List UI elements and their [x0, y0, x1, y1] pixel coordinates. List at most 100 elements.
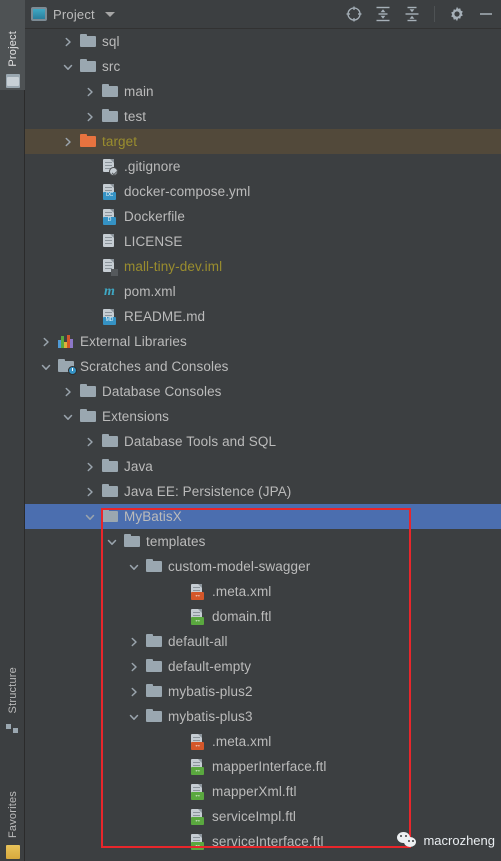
text-file-icon — [102, 233, 119, 250]
folder-icon — [146, 708, 163, 725]
tree-row-label: Database Tools and SQL — [124, 434, 277, 449]
tree-row[interactable]: D Dockerfile — [25, 204, 501, 229]
external-libraries-icon — [58, 334, 75, 350]
folder-icon — [80, 58, 97, 75]
tree-row-label: default-empty — [168, 659, 252, 674]
chevron-down-icon[interactable] — [83, 510, 97, 524]
chevron-down-icon[interactable] — [61, 410, 75, 424]
chevron-right-icon[interactable] — [61, 385, 75, 399]
chevron-right-icon[interactable] — [61, 135, 75, 149]
project-tree[interactable]: sql src main test target .gitignore DC docker-c… — [25, 29, 501, 861]
tree-row[interactable]: target — [25, 129, 501, 154]
folder-icon — [80, 383, 97, 400]
tree-row[interactable]: .gitignore — [25, 154, 501, 179]
tree-row[interactable]: mybatis-plus2 — [25, 679, 501, 704]
tree-row[interactable]: LICENSE — [25, 229, 501, 254]
tree-row-label: test — [124, 109, 147, 124]
tree-row[interactable]: Java EE: Persistence (JPA) — [25, 479, 501, 504]
collapse-all-icon[interactable] — [403, 5, 421, 23]
tree-row-label: docker-compose.yml — [124, 184, 251, 199]
tree-row[interactable]: templates — [25, 529, 501, 554]
tree-row[interactable]: ↔ .meta.xml — [25, 579, 501, 604]
sidebar-tab-structure-label: Structure — [6, 666, 19, 713]
tree-row[interactable]: Java — [25, 454, 501, 479]
chevron-right-icon[interactable] — [127, 660, 141, 674]
chevron-right-icon[interactable] — [83, 435, 97, 449]
tree-row[interactable]: main — [25, 79, 501, 104]
tree-row[interactable]: src — [25, 54, 501, 79]
tree-row-label: .gitignore — [124, 159, 181, 174]
tree-row-label: domain.ftl — [212, 609, 272, 624]
tree-row[interactable]: MyBatisX — [25, 504, 501, 529]
tree-row[interactable]: Database Tools and SQL — [25, 429, 501, 454]
tree-row[interactable]: Database Consoles — [25, 379, 501, 404]
markdown-file-icon: MD — [102, 308, 119, 325]
tree-row-label: .meta.xml — [212, 734, 272, 749]
watermark-label: macrozheng — [423, 832, 495, 848]
tree-row[interactable]: default-empty — [25, 654, 501, 679]
chevron-right-icon[interactable] — [127, 635, 141, 649]
chevron-right-icon[interactable] — [83, 460, 97, 474]
chevron-down-icon[interactable] — [61, 60, 75, 74]
sidebar-tab-project[interactable]: Project — [0, 0, 25, 90]
folder-icon — [102, 108, 119, 125]
chevron-down-icon[interactable] — [39, 360, 53, 374]
expand-all-icon[interactable] — [374, 5, 392, 23]
project-panel-title-group[interactable]: Project — [31, 7, 115, 22]
chevron-right-icon[interactable] — [83, 485, 97, 499]
folder-icon — [102, 483, 119, 500]
chevron-down-icon[interactable] — [127, 710, 141, 724]
tree-row-label: External Libraries — [80, 334, 187, 349]
tool-window-tab-strip: Project Structure Favorites — [0, 0, 25, 861]
tree-row-label: LICENSE — [124, 234, 183, 249]
page-title: Project — [53, 6, 95, 22]
chevron-right-icon[interactable] — [83, 110, 97, 124]
tree-row[interactable]: custom-model-swagger — [25, 554, 501, 579]
iml-file-icon — [102, 258, 119, 276]
minus-icon[interactable] — [477, 5, 495, 23]
tree-row[interactable]: ↔ mapperXml.ftl — [25, 779, 501, 804]
toolbar-separator — [434, 6, 435, 22]
tree-row-label: target — [102, 134, 138, 149]
tree-row[interactable]: mall-tiny-dev.iml — [25, 254, 501, 279]
chevron-right-icon[interactable] — [61, 35, 75, 49]
project-panel-icon — [31, 7, 47, 21]
tree-row-label: mybatis-plus2 — [168, 684, 253, 699]
chevron-down-icon[interactable] — [127, 560, 141, 574]
tree-row[interactable]: DC docker-compose.yml — [25, 179, 501, 204]
gear-icon[interactable] — [448, 5, 466, 23]
tree-row[interactable]: Scratches and Consoles — [25, 354, 501, 379]
tree-row-label: Database Consoles — [102, 384, 222, 399]
tree-row[interactable]: mybatis-plus3 — [25, 704, 501, 729]
tree-row-label: custom-model-swagger — [168, 559, 311, 574]
tree-row[interactable]: test — [25, 104, 501, 129]
tree-row[interactable]: External Libraries — [25, 329, 501, 354]
tree-row[interactable]: m pom.xml — [25, 279, 501, 304]
chevron-right-icon[interactable] — [39, 335, 53, 349]
sidebar-tab-project-label: Project — [6, 31, 19, 67]
folder-icon — [146, 633, 163, 650]
crosshair-target-icon[interactable] — [345, 5, 363, 23]
tree-row[interactable]: default-all — [25, 629, 501, 654]
folder-icon — [80, 408, 97, 425]
tree-row[interactable]: sql — [25, 29, 501, 54]
tree-row[interactable]: MD README.md — [25, 304, 501, 329]
tree-row[interactable]: ↔ serviceImpl.ftl — [25, 804, 501, 829]
sidebar-tab-structure[interactable]: Structure — [0, 640, 25, 736]
wechat-logo-icon — [397, 831, 417, 849]
tree-row-label: mybatis-plus3 — [168, 709, 253, 724]
folder-excluded-icon — [80, 133, 97, 150]
chevron-right-icon[interactable] — [127, 685, 141, 699]
tree-row[interactable]: ↔ domain.ftl — [25, 604, 501, 629]
sidebar-tab-favorites[interactable]: Favorites — [0, 760, 25, 861]
chevron-right-icon[interactable] — [83, 85, 97, 99]
tree-row[interactable]: ↔ .meta.xml — [25, 729, 501, 754]
tree-row[interactable]: ↔ mapperInterface.ftl — [25, 754, 501, 779]
tree-row[interactable]: Extensions — [25, 404, 501, 429]
chevron-down-icon[interactable] — [104, 11, 115, 17]
meta-xml-file-icon: ↔ — [190, 583, 207, 600]
docker-compose-file-icon: DC — [102, 183, 119, 200]
tree-row-label: src — [102, 59, 121, 74]
chevron-down-icon[interactable] — [105, 535, 119, 549]
tree-row-label: mapperInterface.ftl — [212, 759, 327, 774]
